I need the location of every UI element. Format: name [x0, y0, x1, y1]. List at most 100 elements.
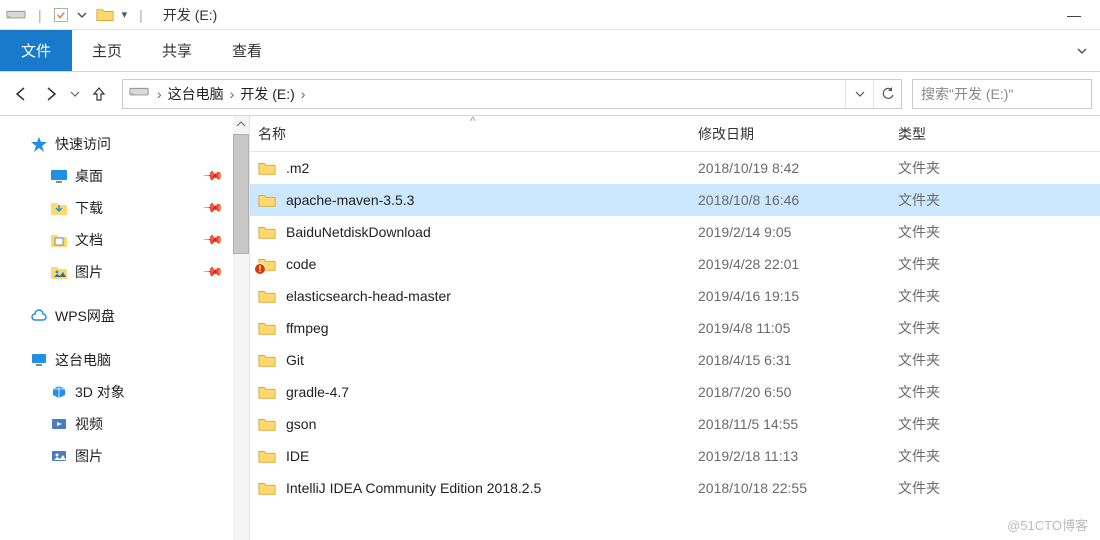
- cell-name: !code: [258, 256, 698, 272]
- cell-date: 2019/4/16 19:15: [698, 288, 898, 304]
- tab-share[interactable]: 共享: [142, 30, 212, 71]
- header-date[interactable]: 修改日期: [698, 124, 898, 144]
- table-row[interactable]: gson 2018/11/5 14:55文件夹: [250, 408, 1100, 440]
- ribbon-tabs: 文件 主页 共享 查看: [0, 30, 1100, 72]
- folder-icon: [258, 192, 276, 208]
- cell-type: 文件夹: [898, 222, 1048, 242]
- cell-date: 2018/10/8 16:46: [698, 192, 898, 208]
- scroll-up-icon[interactable]: [233, 116, 249, 132]
- window-title: 开发 (E:): [163, 5, 217, 25]
- cell-name: ffmpeg: [258, 320, 698, 336]
- table-row[interactable]: IntelliJ IDEA Community Edition 2018.2.5…: [250, 472, 1100, 504]
- quick-access-toolbar: | ▾ | 开发 (E:): [6, 5, 217, 25]
- cell-date: 2018/10/18 22:55: [698, 480, 898, 496]
- watermark: @51CTO博客: [1007, 515, 1088, 534]
- cell-name: elasticsearch-head-master: [258, 288, 698, 304]
- file-name: gson: [286, 416, 316, 432]
- scroll-thumb[interactable]: [233, 134, 249, 254]
- cell-type: 文件夹: [898, 190, 1048, 210]
- pin-icon: 📌: [202, 229, 225, 252]
- sidebar-item-videos[interactable]: 视频: [0, 408, 249, 440]
- drive-icon: [129, 85, 149, 103]
- separator-icon: |: [139, 7, 143, 23]
- content-area: 快速访问 桌面 📌 下载 📌 文档 📌 图片 📌: [0, 116, 1100, 540]
- pin-icon: 📌: [202, 197, 225, 220]
- table-row[interactable]: .m22018/10/19 8:42文件夹: [250, 152, 1100, 184]
- folder-icon: [258, 480, 276, 496]
- sidebar-item-quick-access[interactable]: 快速访问: [0, 128, 249, 160]
- table-row[interactable]: !code2019/4/28 22:01文件夹: [250, 248, 1100, 280]
- checkbox-icon[interactable]: [54, 8, 68, 22]
- cell-name: BaiduNetdiskDownload: [258, 224, 698, 240]
- search-input[interactable]: 搜索"开发 (E:)": [912, 79, 1092, 109]
- sidebar-item-this-pc[interactable]: 这台电脑: [0, 344, 249, 376]
- breadcrumb-root[interactable]: 这台电脑: [164, 80, 228, 108]
- cell-name: IDE: [258, 448, 698, 464]
- chevron-down-icon[interactable]: [76, 9, 88, 21]
- computer-icon: [30, 352, 48, 368]
- table-row[interactable]: gradle-4.72018/7/20 6:50文件夹: [250, 376, 1100, 408]
- pictures-icon: [50, 264, 68, 280]
- cell-name: .m2: [258, 160, 698, 176]
- back-button[interactable]: [8, 81, 34, 107]
- ribbon-expand-icon[interactable]: [1076, 30, 1100, 71]
- header-name[interactable]: 名称: [258, 124, 698, 144]
- refresh-button[interactable]: [873, 80, 901, 108]
- sidebar-scrollbar[interactable]: [233, 116, 249, 540]
- sidebar-item-3d-objects[interactable]: 3D 对象: [0, 376, 249, 408]
- breadcrumb-current[interactable]: 开发 (E:): [236, 80, 298, 108]
- sidebar-label: 视频: [75, 414, 103, 434]
- crumb-chevron-icon[interactable]: ›: [299, 86, 308, 102]
- tab-home[interactable]: 主页: [72, 30, 142, 71]
- drive-icon: [6, 8, 26, 22]
- sidebar-item-wps[interactable]: WPS网盘: [0, 300, 249, 332]
- separator-icon: |: [38, 7, 42, 23]
- file-rows: .m22018/10/19 8:42文件夹 apache-maven-3.5.3 2…: [250, 152, 1100, 504]
- folder-icon: [258, 224, 276, 240]
- table-row[interactable]: IDE2019/2/18 11:13文件夹: [250, 440, 1100, 472]
- cloud-icon: [30, 308, 48, 324]
- folder-icon: [258, 416, 276, 432]
- header-type[interactable]: 类型: [898, 124, 1048, 144]
- cell-type: 文件夹: [898, 414, 1048, 434]
- table-row[interactable]: ffmpeg2019/4/8 11:05文件夹: [250, 312, 1100, 344]
- sort-indicator-icon: ^: [470, 116, 476, 128]
- minimize-button[interactable]: —: [1054, 0, 1094, 30]
- table-row[interactable]: Git2018/4/15 6:31文件夹: [250, 344, 1100, 376]
- up-button[interactable]: [86, 81, 112, 107]
- sidebar-label: 图片: [75, 446, 103, 466]
- sidebar-item-pictures2[interactable]: 图片: [0, 440, 249, 472]
- cell-type: 文件夹: [898, 158, 1048, 178]
- address-dropdown-icon[interactable]: [845, 80, 873, 108]
- crumb-chevron-icon[interactable]: ›: [155, 86, 164, 102]
- search-placeholder: 搜索"开发 (E:)": [921, 84, 1013, 104]
- forward-button[interactable]: [38, 81, 64, 107]
- file-name: Git: [286, 352, 304, 368]
- folder-icon: [96, 7, 114, 23]
- history-dropdown-icon[interactable]: [68, 81, 82, 107]
- sidebar-item-documents[interactable]: 文档 📌: [0, 224, 249, 256]
- sidebar-label: 快速访问: [55, 134, 111, 154]
- navigation-bar: › 这台电脑 › 开发 (E:) › 搜索"开发 (E:)": [0, 72, 1100, 116]
- sidebar-item-pictures[interactable]: 图片 📌: [0, 256, 249, 288]
- file-name: apache-maven-3.5.3: [286, 192, 414, 208]
- table-row[interactable]: apache-maven-3.5.3 2018/10/8 16:46文件夹: [250, 184, 1100, 216]
- cell-date: 2018/11/5 14:55: [698, 416, 898, 432]
- cell-date: 2019/4/28 22:01: [698, 256, 898, 272]
- star-icon: [30, 136, 48, 152]
- table-row[interactable]: BaiduNetdiskDownload2019/2/14 9:05文件夹: [250, 216, 1100, 248]
- cell-type: 文件夹: [898, 318, 1048, 338]
- folder-icon: [258, 384, 276, 400]
- sidebar-item-desktop[interactable]: 桌面 📌: [0, 160, 249, 192]
- cell-type: 文件夹: [898, 382, 1048, 402]
- sidebar-label: 桌面: [75, 166, 103, 186]
- crumb-chevron-icon[interactable]: ›: [228, 86, 237, 102]
- qat-overflow-icon[interactable]: ▾: [122, 8, 128, 21]
- sidebar-item-downloads[interactable]: 下载 📌: [0, 192, 249, 224]
- table-row[interactable]: elasticsearch-head-master2019/4/16 19:15…: [250, 280, 1100, 312]
- tab-file[interactable]: 文件: [0, 30, 72, 71]
- address-bar[interactable]: › 这台电脑 › 开发 (E:) ›: [122, 79, 902, 109]
- cell-type: 文件夹: [898, 446, 1048, 466]
- tab-view[interactable]: 查看: [212, 30, 282, 71]
- sidebar-label: 下载: [75, 198, 103, 218]
